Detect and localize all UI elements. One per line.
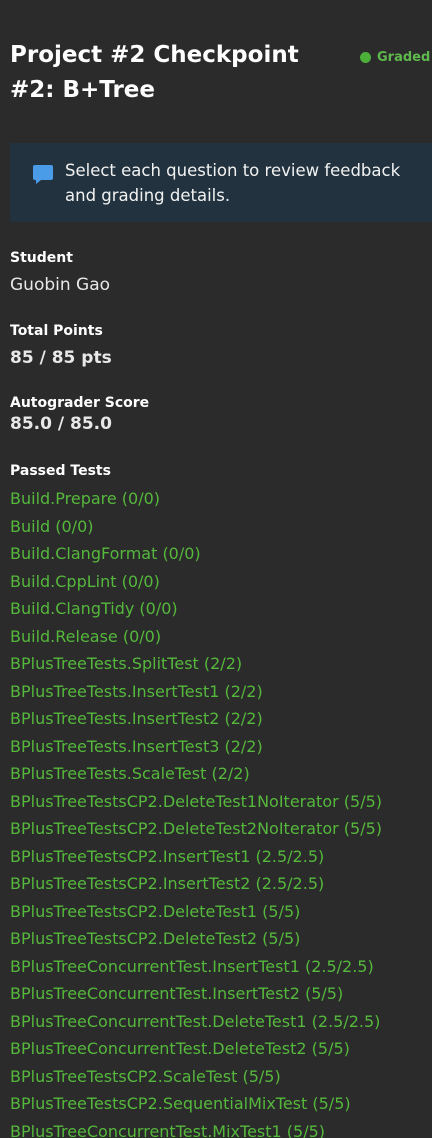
passed-test-item[interactable]: BPlusTreeTests.ScaleTest (2/2) bbox=[10, 760, 382, 788]
info-banner: Select each question to review feedback … bbox=[10, 143, 432, 222]
passed-test-item[interactable]: BPlusTreeConcurrentTest.InsertTest1 (2.5… bbox=[10, 953, 382, 981]
status-badge: Graded bbox=[360, 50, 430, 65]
passed-test-item[interactable]: BPlusTreeTestsCP2.ScaleTest (5/5) bbox=[10, 1063, 382, 1091]
autograder-section: Autograder Score 85.0 / 85.0 bbox=[10, 393, 149, 435]
status-dot-icon bbox=[360, 52, 371, 63]
passed-test-item[interactable]: BPlusTreeTestsCP2.DeleteTest1 (5/5) bbox=[10, 898, 382, 926]
passed-test-item[interactable]: Build.Release (0/0) bbox=[10, 623, 382, 651]
passed-test-item[interactable]: Build.ClangTidy (0/0) bbox=[10, 595, 382, 623]
passed-test-item[interactable]: BPlusTreeTestsCP2.InsertTest2 (2.5/2.5) bbox=[10, 870, 382, 898]
passed-test-item[interactable]: Build (0/0) bbox=[10, 513, 382, 541]
autograder-label: Autograder Score bbox=[10, 395, 150, 411]
passed-test-item[interactable]: BPlusTreeTestsCP2.DeleteTest2 (5/5) bbox=[10, 925, 382, 953]
autograder-score: 85.0 / 85.0 bbox=[10, 414, 112, 434]
page-title: Project #2 Checkpoint #2: B+Tree bbox=[10, 42, 299, 103]
passed-tests-list: Build.Prepare (0/0) Build (0/0) Build.Clan… bbox=[10, 485, 382, 1138]
passed-tests-label: Passed Tests bbox=[10, 463, 111, 479]
passed-test-item[interactable]: Build.CppLint (0/0) bbox=[10, 568, 382, 596]
passed-test-item[interactable]: BPlusTreeTestsCP2.SequentialMixTest (5/5… bbox=[10, 1090, 382, 1118]
passed-test-item[interactable]: BPlusTreeConcurrentTest.DeleteTest1 (2.5… bbox=[10, 1008, 382, 1036]
status-label: Graded bbox=[377, 50, 431, 65]
passed-test-item[interactable]: BPlusTreeConcurrentTest.MixTest1 (5/5) bbox=[10, 1118, 382, 1138]
speech-bubble-icon bbox=[33, 165, 53, 184]
total-points-section: Total Points 85 / 85 pts bbox=[10, 321, 112, 371]
passed-test-item[interactable]: BPlusTreeConcurrentTest.DeleteTest2 (5/5… bbox=[10, 1035, 382, 1063]
header: Project #2 Checkpoint #2: B+Tree Graded bbox=[10, 0, 432, 143]
total-points-label: Total Points bbox=[10, 323, 103, 339]
passed-test-item[interactable]: BPlusTreeTests.SplitTest (2/2) bbox=[10, 650, 382, 678]
passed-test-item[interactable]: BPlusTreeTests.InsertTest2 (2/2) bbox=[10, 705, 382, 733]
passed-test-item[interactable]: BPlusTreeConcurrentTest.InsertTest2 (5/5… bbox=[10, 980, 382, 1008]
banner-text: Select each question to review feedback … bbox=[65, 161, 401, 205]
passed-test-item[interactable]: BPlusTreeTests.InsertTest3 (2/2) bbox=[10, 733, 382, 761]
student-name: Guobin Gao bbox=[10, 275, 111, 295]
passed-tests-section: Passed Tests Build.Prepare (0/0) Build (0… bbox=[10, 461, 382, 1138]
passed-test-item[interactable]: Build.ClangFormat (0/0) bbox=[10, 540, 382, 568]
submission-page: Project #2 Checkpoint #2: B+Tree Graded … bbox=[0, 0, 432, 1138]
total-points-value: 85 / 85 pts bbox=[10, 348, 112, 368]
student-section: Student Guobin Gao bbox=[10, 248, 110, 298]
passed-test-item[interactable]: Build.Prepare (0/0) bbox=[10, 485, 382, 513]
passed-test-item[interactable]: BPlusTreeTestsCP2.DeleteTest2NoIterator … bbox=[10, 815, 382, 843]
passed-test-item[interactable]: BPlusTreeTestsCP2.InsertTest1 (2.5/2.5) bbox=[10, 843, 382, 871]
student-label: Student bbox=[10, 250, 73, 266]
passed-test-item[interactable]: BPlusTreeTests.InsertTest1 (2/2) bbox=[10, 678, 382, 706]
passed-test-item[interactable]: BPlusTreeTestsCP2.DeleteTest1NoIterator … bbox=[10, 788, 382, 816]
